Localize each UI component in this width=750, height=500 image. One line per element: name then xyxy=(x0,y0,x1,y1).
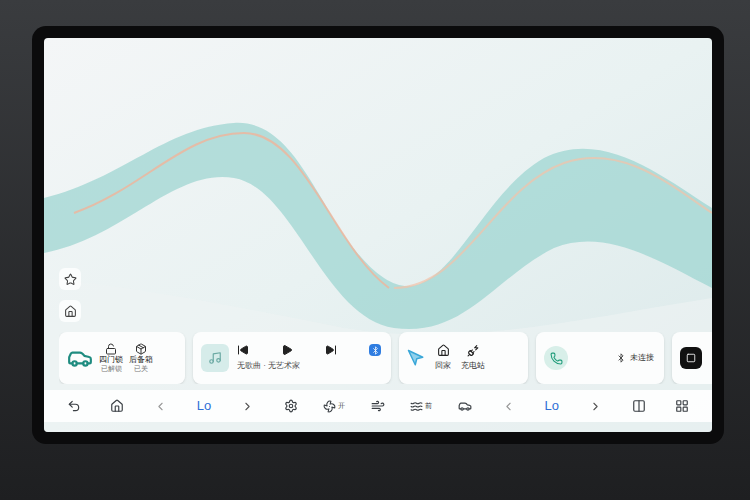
chevron-right-icon xyxy=(589,400,602,413)
nav-label: 充电站 xyxy=(461,360,485,372)
wiper-icon xyxy=(371,399,385,413)
vehicle-status-item[interactable]: 四门锁已解锁 xyxy=(99,343,123,374)
left-temp-value: Lo xyxy=(197,396,211,416)
screen-bezel: 四门锁已解锁后备箱已关无歌曲 · 无艺术家回家充电站未连接Lo开前Lo xyxy=(32,26,724,444)
trunk-icon xyxy=(135,343,147,355)
split-screen-button[interactable] xyxy=(621,392,657,420)
app-tile xyxy=(680,347,702,369)
nav-shortcut[interactable]: 回家 xyxy=(435,344,451,372)
chevron-left-icon xyxy=(502,400,515,413)
phone-card[interactable]: 未连接 xyxy=(536,332,664,384)
navigation-icon xyxy=(407,349,425,367)
defrost-button[interactable]: 前 xyxy=(403,392,439,420)
app-icon xyxy=(686,353,696,363)
unlock-icon xyxy=(105,343,117,355)
right-temp-down[interactable] xyxy=(490,392,526,420)
home-shortcut-button[interactable] xyxy=(59,300,81,322)
vehicle-status-item[interactable]: 后备箱已关 xyxy=(129,343,153,374)
status-value: 已解锁 xyxy=(101,365,122,374)
quick-shortcuts xyxy=(59,268,712,322)
navigation-card[interactable]: 回家充电站 xyxy=(399,332,528,384)
music-icon xyxy=(208,351,222,365)
chevron-left-icon xyxy=(154,400,167,413)
phone-status: 未连接 xyxy=(630,352,654,364)
favorite-button[interactable] xyxy=(59,268,81,290)
back-button[interactable] xyxy=(56,392,92,420)
car-button[interactable] xyxy=(447,392,483,420)
bluetooth-icon xyxy=(371,346,380,355)
display: 四门锁已解锁后备箱已关无歌曲 · 无艺术家回家充电站未连接Lo开前Lo xyxy=(44,38,712,432)
left-temp[interactable]: Lo xyxy=(186,392,222,420)
right-temp-up[interactable] xyxy=(577,392,613,420)
apps-button[interactable] xyxy=(664,392,700,420)
card-row: 四门锁已解锁后备箱已关无歌曲 · 无艺术家回家充电站未连接 xyxy=(59,332,712,384)
bluetooth-icon xyxy=(616,353,626,363)
left-temp-up[interactable] xyxy=(230,392,266,420)
nav-label: 回家 xyxy=(435,360,451,372)
gear-icon xyxy=(284,399,298,413)
home-button[interactable] xyxy=(99,392,135,420)
phone-icon xyxy=(550,352,563,365)
media-card[interactable]: 无歌曲 · 无艺术家 xyxy=(193,332,391,384)
vehicle-card[interactable]: 四门锁已解锁后备箱已关 xyxy=(59,332,185,384)
album-art xyxy=(201,344,229,372)
split-screen-icon xyxy=(632,399,646,413)
status-label: 后备箱 xyxy=(129,355,153,365)
play-icon[interactable] xyxy=(281,344,293,356)
status-label: 四门锁 xyxy=(99,355,123,365)
fan-button[interactable]: 开 xyxy=(316,392,352,420)
right-temp-value: Lo xyxy=(544,396,558,416)
right-temp[interactable]: Lo xyxy=(534,392,570,420)
charging-station-icon xyxy=(467,344,480,357)
home-icon xyxy=(437,344,450,357)
settings-button[interactable] xyxy=(273,392,309,420)
fan-state: 开 xyxy=(338,401,345,412)
next-icon[interactable] xyxy=(325,344,337,356)
bluetooth-badge xyxy=(369,344,381,356)
house-icon xyxy=(64,305,77,318)
chevron-right-icon xyxy=(241,400,254,413)
car-interior: 四门锁已解锁后备箱已关无歌曲 · 无艺术家回家充电站未连接Lo开前Lo xyxy=(0,0,750,500)
control-bar: Lo 开 前 Lo xyxy=(44,390,712,422)
fan-icon xyxy=(323,400,336,413)
star-icon xyxy=(64,273,77,286)
extra-card[interactable] xyxy=(672,332,712,384)
car-icon xyxy=(458,399,472,413)
status-value: 已关 xyxy=(134,365,148,374)
home-icon xyxy=(110,399,124,413)
defrost-icon xyxy=(410,400,423,413)
back-icon xyxy=(67,399,81,413)
phone-badge xyxy=(544,346,568,370)
previous-icon[interactable] xyxy=(237,344,249,356)
car-icon xyxy=(67,345,93,371)
nav-shortcut[interactable]: 充电站 xyxy=(461,344,485,372)
grid-icon xyxy=(675,399,689,413)
defrost-label: 前 xyxy=(425,401,432,412)
wiper-button[interactable] xyxy=(360,392,396,420)
track-info: 无歌曲 · 无艺术家 xyxy=(237,360,383,372)
left-temp-down[interactable] xyxy=(143,392,179,420)
